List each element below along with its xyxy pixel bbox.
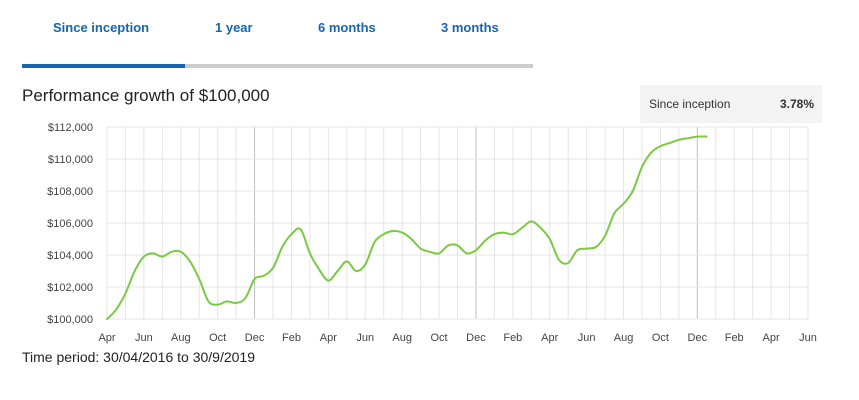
time-period: Time period: 30/04/2016 to 30/9/2019 [22, 349, 255, 365]
tab-6-months[interactable]: 6 months [318, 20, 376, 35]
x-tick-label: Jun [578, 332, 596, 344]
x-axis: Apr Jun Aug Oct Dec Feb Apr Jun Aug Oct Dec Feb Apr J… [98, 332, 816, 344]
tab-active-indicator [22, 64, 185, 68]
x-tick-label: Feb [503, 332, 522, 344]
chart-grid [106, 126, 809, 320]
x-tick-label: Jun [356, 332, 374, 344]
x-tick-label: Jun [799, 332, 817, 344]
x-tick-label: Dec [466, 332, 486, 344]
tab-3-months[interactable]: 3 months [441, 20, 499, 35]
x-tick-label: Aug [171, 332, 191, 344]
chart-title: Performance growth of $100,000 [22, 86, 270, 105]
chart-series [106, 135, 708, 320]
x-tick-label: Oct [652, 332, 669, 344]
x-tick-label: Dec [688, 332, 708, 344]
x-tick-label: Apr [98, 332, 115, 344]
x-tick-label: Oct [209, 332, 226, 344]
y-tick-label: $102,000 [47, 282, 93, 294]
x-tick-label: Feb [282, 332, 301, 344]
tab-1-year[interactable]: 1 year [215, 20, 253, 35]
y-tick-label: $104,000 [47, 250, 93, 262]
x-tick-label: Aug [392, 332, 412, 344]
y-tick-label: $108,000 [47, 186, 93, 198]
summary-value: 3.78% [779, 97, 814, 111]
x-tick-label: Feb [725, 332, 744, 344]
y-tick-label: $112,000 [48, 122, 93, 134]
summary-label: Since inception [649, 97, 731, 111]
performance-chart: $100,000 $102,000 $104,000 $106,000 $108,000… [47, 122, 817, 344]
x-tick-label: Apr [320, 332, 337, 344]
y-tick-label: $106,000 [47, 218, 93, 230]
series-line [106, 135, 708, 320]
y-tick-label: $110,000 [48, 154, 93, 166]
tab-since-inception[interactable]: Since inception [53, 20, 149, 35]
x-tick-label: Oct [430, 332, 447, 344]
x-tick-label: Jun [135, 332, 153, 344]
period-tabs: Since inception 1 year 6 months 3 months [22, 0, 533, 70]
y-tick-label: $100,000 [47, 314, 93, 326]
x-tick-label: Aug [614, 332, 634, 344]
x-tick-label: Apr [541, 332, 558, 344]
x-tick-label: Dec [245, 332, 265, 344]
x-tick-label: Apr [763, 332, 780, 344]
y-axis: $100,000 $102,000 $104,000 $106,000 $108,000… [47, 122, 93, 326]
